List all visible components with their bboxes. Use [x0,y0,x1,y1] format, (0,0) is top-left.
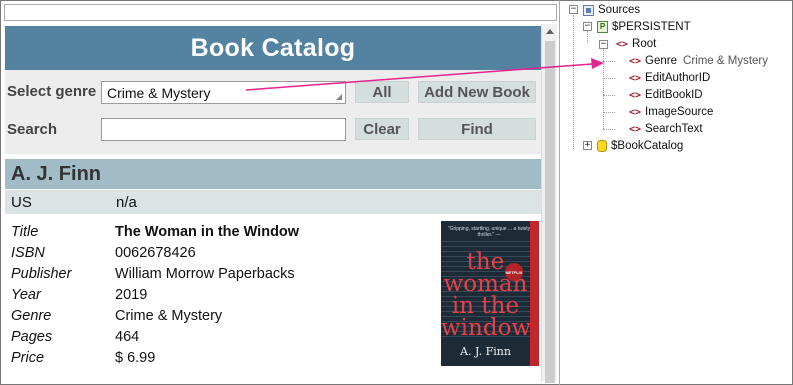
cover-author: A. J. Finn [460,345,511,358]
book-cover-image: "Gripping, startling, unique ... a twist… [441,221,539,366]
collapse-root-icon[interactable]: − [599,40,608,49]
database-icon [597,140,607,152]
genre-select-value: Crime & Mystery [107,84,211,101]
element-icon: <> [629,55,642,67]
search-label: Search [7,121,58,138]
tree-label-edit-book: EditBookID [645,89,703,101]
all-button[interactable]: All [355,81,409,103]
field-key-year: Year [11,287,41,303]
collapse-sources-icon[interactable]: − [569,5,578,14]
tree-label-persistent: $PERSISTENT [612,21,691,33]
tree-label-search-text: SearchText [645,123,703,135]
tree-node-persistent[interactable]: P $PERSISTENT [597,19,691,35]
tree-line [603,78,615,79]
field-value-year: 2019 [115,287,148,303]
tree-node-root[interactable]: <> Root [616,36,656,52]
tree-node-book-catalog[interactable]: $BookCatalog [597,138,683,154]
search-input[interactable] [101,118,346,141]
tree-label-book-catalog: $BookCatalog [611,140,684,152]
field-key-pages: Pages [11,329,53,345]
tree-node-sources[interactable]: Sources [583,2,640,18]
tree-label-sources: Sources [598,4,641,16]
pane-divider[interactable] [559,0,560,385]
field-key-isbn: ISBN [11,245,45,261]
cover-title-line-4: window [441,315,532,341]
field-value-title: The Woman in the Window [115,224,300,240]
field-key-price: Price [11,350,45,366]
tree-line [603,95,615,96]
sources-icon [583,4,594,16]
element-icon: <> [629,89,642,101]
tree-line [603,61,615,62]
design-pane: Book Catalog Select genre Crime & Myster… [4,24,541,381]
catalog-title: Book Catalog [5,26,541,70]
tree-node-genre[interactable]: <> Genre Crime & Mystery [629,53,768,69]
cover-spine [530,221,539,366]
element-icon: <> [629,106,642,118]
tree-label-genre: Genre [645,55,678,67]
tree-line [603,112,615,113]
element-icon: <> [616,38,629,50]
cover-badge: NETFLIX [505,263,523,281]
tree-line [587,31,588,43]
field-key-genre: Genre [11,308,52,324]
tree-node-image-source[interactable]: <> ImageSource [629,104,713,120]
field-value-price: $ 6.99 [115,350,156,366]
element-icon: <> [629,123,642,135]
schema-tree: Sources − P $PERSISTENT − <> Root − <> G… [562,0,792,385]
author-details-row: US n/a [5,190,541,214]
field-value-publisher: William Morrow Paperbacks [115,266,295,282]
element-icon: <> [629,72,642,84]
tree-node-edit-book[interactable]: <> EditBookID [629,87,703,103]
tree-label-image-source: ImageSource [645,106,714,118]
field-key-publisher: Publisher [11,266,72,282]
dropdown-arrow-icon [336,94,342,100]
author-extra: n/a [116,194,137,211]
genre-label: Select genre [7,83,97,100]
find-button[interactable]: Find [418,118,536,140]
field-value-genre: Crime & Mystery [115,308,223,324]
author-country: US [11,194,32,211]
tree-node-search-text[interactable]: <> SearchText [629,121,703,137]
field-key-title: Title [11,224,39,240]
tree-label-edit-author: EditAuthorID [645,72,711,84]
tree-line [603,129,615,130]
tree-genre-value: Crime & Mystery [683,55,768,67]
field-value-isbn: 0062678426 [115,245,196,261]
top-toolbar-strip [4,4,557,21]
tree-label-root: Root [632,38,657,50]
scrollbar-thumb[interactable] [545,41,555,383]
collapse-persistent-icon[interactable]: − [583,22,592,31]
field-value-pages: 464 [115,329,140,345]
expand-book-catalog-icon[interactable]: + [583,141,592,150]
scroll-up-arrow-icon[interactable] [546,29,554,34]
tree-node-edit-author[interactable]: <> EditAuthorID [629,70,710,86]
add-new-book-button[interactable]: Add New Book [418,81,536,103]
author-name: A. J. Finn [5,159,541,189]
cover-blurb: "Gripping, startling, unique ... a twist… [447,226,531,238]
genre-select[interactable]: Crime & Mystery [101,81,346,104]
vertical-scrollbar[interactable] [541,24,557,383]
clear-button[interactable]: Clear [355,118,409,140]
tree-line [573,15,574,149]
persistent-icon: P [597,21,608,33]
